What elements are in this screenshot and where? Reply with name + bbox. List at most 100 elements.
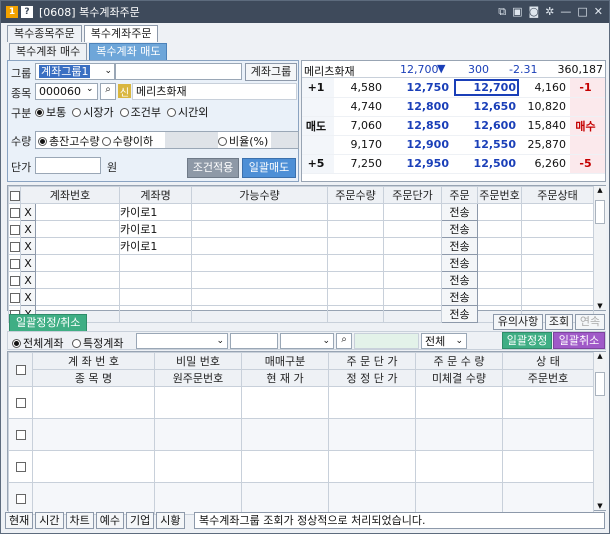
buy-price-cell[interactable]: 12,700 — [453, 78, 520, 98]
all-accounts-radio[interactable]: 전체계좌 — [12, 335, 63, 351]
capture-icon[interactable]: ◙ — [528, 5, 539, 19]
row-remove-button[interactable]: X — [20, 288, 36, 306]
modify-row-checkbox[interactable] — [8, 450, 33, 483]
batch-cancel-button[interactable]: 일괄취소 — [553, 332, 605, 349]
batch-sell-button[interactable]: 일괄매도 — [242, 158, 296, 178]
send-button[interactable]: 전송 — [441, 220, 479, 238]
send-button[interactable]: 전송 — [441, 203, 479, 221]
buy-price-cell[interactable]: 12,550 — [453, 135, 520, 155]
apply-condition-button[interactable]: 조건적용 — [187, 158, 239, 178]
send-button[interactable]: 전송 — [441, 288, 479, 306]
minimize-icon[interactable]: — — [560, 5, 571, 19]
type-afterhours-radio[interactable]: 시간외 — [167, 104, 208, 120]
type-select[interactable]: 전체 ⌄ — [421, 333, 467, 349]
buy-price-cell[interactable]: 12,600 — [453, 116, 520, 136]
row-checkbox[interactable] — [8, 288, 21, 306]
account-number-cell[interactable] — [34, 220, 121, 238]
status-btn-time[interactable]: 시간 — [35, 512, 64, 529]
maximize-icon[interactable]: □ — [577, 5, 587, 19]
next-button[interactable]: 연속 — [575, 314, 605, 330]
modify-row-checkbox[interactable] — [8, 386, 33, 419]
send-button[interactable]: 전송 — [441, 254, 479, 272]
order-price-cell[interactable] — [383, 220, 443, 238]
sell-price-cell[interactable]: 12,800 — [386, 97, 453, 117]
buy-price-cell[interactable]: 12,500 — [453, 154, 520, 174]
row-checkbox[interactable] — [8, 254, 21, 272]
select-all-checkbox[interactable] — [8, 186, 21, 204]
order-qty-cell[interactable] — [327, 288, 385, 306]
link-icon[interactable]: ⧉ — [498, 5, 506, 19]
status-btn-market[interactable]: 시황 — [156, 512, 185, 529]
chevron-down-icon[interactable]: ⌄ — [86, 84, 94, 94]
row-checkbox[interactable] — [8, 271, 21, 289]
batch-modify-button[interactable]: 일괄정정 — [502, 332, 552, 349]
query-button[interactable]: 조회 — [545, 314, 573, 330]
status-btn-current[interactable]: 현재 — [5, 512, 34, 529]
sell-price-cell[interactable]: 12,900 — [386, 135, 453, 155]
modify-row-checkbox[interactable] — [8, 418, 33, 451]
account-number-cell[interactable] — [34, 237, 121, 255]
row-remove-button[interactable]: X — [20, 271, 36, 289]
account-group-button[interactable]: 계좌그룹 — [245, 63, 297, 81]
row-checkbox[interactable] — [8, 220, 21, 238]
price-input[interactable] — [35, 157, 101, 174]
status-btn-chart[interactable]: 차트 — [65, 512, 94, 529]
row-remove-button[interactable]: X — [20, 220, 36, 238]
row-checkbox[interactable] — [8, 203, 21, 221]
settings-icon[interactable]: ✲ — [545, 5, 554, 19]
order-qty-cell[interactable] — [327, 237, 385, 255]
order-qty-cell[interactable] — [327, 220, 385, 238]
order-qty-cell[interactable] — [327, 271, 385, 289]
buy-price-cell[interactable]: 12,650 — [453, 97, 520, 117]
account-number-cell[interactable] — [34, 288, 121, 306]
notice-button[interactable]: 유의사항 — [493, 314, 543, 330]
hi-icon[interactable]: 1 — [6, 6, 18, 18]
order-price-cell[interactable] — [383, 305, 443, 323]
status-btn-deposit[interactable]: 예수 — [95, 512, 124, 529]
tab-batch-modify-cancel[interactable]: 일괄정정/취소 — [9, 314, 88, 331]
qty-input[interactable] — [165, 132, 218, 148]
status-btn-company[interactable]: 기업 — [126, 512, 155, 529]
save-icon[interactable]: ▣ — [512, 5, 522, 19]
ratio-input[interactable] — [271, 132, 298, 148]
order-qty-cell[interactable] — [327, 203, 385, 221]
send-button[interactable]: 전송 — [441, 271, 479, 289]
order-price-cell[interactable] — [383, 254, 443, 272]
sell-price-cell[interactable]: 12,850 — [386, 116, 453, 136]
row-remove-button[interactable]: X — [20, 254, 36, 272]
sell-price-cell[interactable]: 12,950 — [386, 154, 453, 174]
send-button[interactable]: 전송 — [441, 237, 479, 255]
order-grid-scrollbar[interactable]: ▲ ▼ — [593, 186, 606, 310]
close-icon[interactable]: ✕ — [594, 5, 603, 19]
tab-multi-account[interactable]: 복수계좌주문 — [83, 25, 159, 42]
group-select[interactable]: 계좌그룹1 ⌄ — [35, 63, 115, 80]
send-button[interactable]: 전송 — [441, 305, 479, 323]
tab-multi-sell[interactable]: 복수계좌 매도 — [89, 43, 168, 60]
qty-total-radio[interactable]: 총잔고수량 — [38, 133, 100, 149]
qty-below-radio[interactable]: 수량이하 — [101, 133, 153, 149]
sell-price-cell[interactable]: 12,750 — [386, 78, 453, 98]
account-number-cell[interactable] — [34, 254, 121, 272]
modify-grid-scrollbar[interactable]: ▲ ▼ — [593, 352, 606, 510]
order-price-cell[interactable] — [383, 271, 443, 289]
type-market-radio[interactable]: 시장가 — [72, 104, 114, 120]
row-checkbox[interactable] — [8, 237, 21, 255]
specific-account-radio[interactable]: 특정계좌 — [72, 335, 123, 351]
tab-multi-stock[interactable]: 복수종목주문 — [7, 25, 82, 42]
ratio-radio[interactable]: 비율(%) — [218, 133, 268, 149]
order-price-cell[interactable] — [383, 237, 443, 255]
account-select[interactable]: ⌄ — [136, 333, 228, 349]
stock-code-filter[interactable]: ⌄ — [280, 333, 334, 349]
order-qty-cell[interactable] — [327, 305, 385, 323]
type-conditional-radio[interactable]: 조건부 — [119, 104, 161, 120]
order-qty-cell[interactable] — [327, 254, 385, 272]
order-price-cell[interactable] — [383, 288, 443, 306]
tab-multi-buy[interactable]: 복수계좌 매수 — [9, 43, 88, 60]
help-icon[interactable]: ? — [21, 6, 33, 18]
account-number-cell[interactable] — [34, 271, 121, 289]
order-price-cell[interactable] — [383, 203, 443, 221]
type-normal-radio[interactable]: 보통 — [35, 104, 66, 120]
search-icon[interactable]: ⌕ — [336, 333, 352, 349]
account-number-cell[interactable] — [34, 203, 121, 221]
search-icon[interactable]: ⌕ — [100, 83, 116, 100]
